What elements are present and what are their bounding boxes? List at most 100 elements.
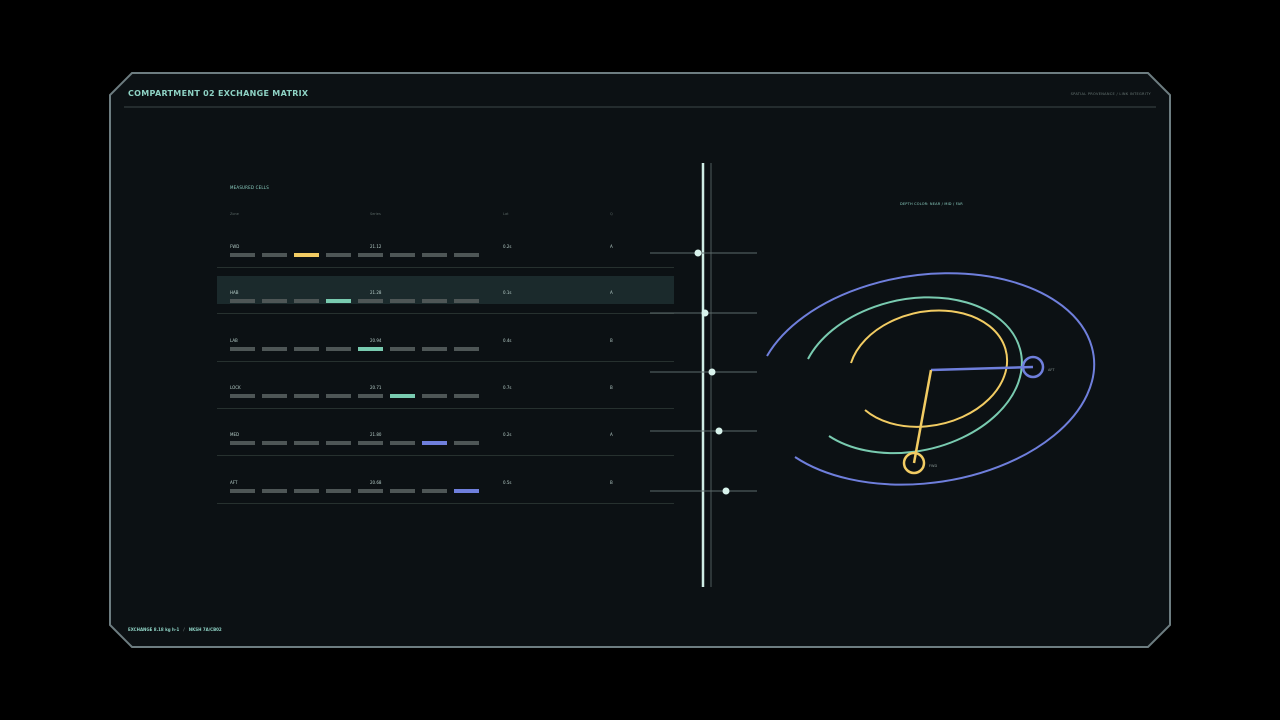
row-cell xyxy=(294,441,319,445)
row-cell xyxy=(230,253,255,257)
row-grade: A xyxy=(610,432,613,437)
row-cell xyxy=(294,489,319,493)
row-zone: FWD xyxy=(230,244,240,249)
row-cell xyxy=(262,347,287,351)
row-cells xyxy=(230,347,479,351)
row-grade: B xyxy=(610,480,613,485)
row-cell xyxy=(454,489,479,493)
row-cell xyxy=(390,299,415,303)
row-cell xyxy=(230,299,255,303)
row-value: 20.71 xyxy=(370,385,382,390)
row-cell xyxy=(454,253,479,257)
row-grade: B xyxy=(610,385,613,390)
row-zone: LOCK xyxy=(230,385,241,390)
row-cells xyxy=(230,489,479,493)
row-cell xyxy=(326,441,351,445)
page-title: COMPARTMENT 02 EXCHANGE MATRIX xyxy=(128,89,309,98)
row-cell xyxy=(454,347,479,351)
page-subtitle: SPATIAL PROVENANCE / LINK INTEGRITY xyxy=(1070,92,1151,96)
row-cell xyxy=(326,253,351,257)
table-row[interactable]: MED 21.80 0.2s A xyxy=(217,418,674,456)
row-cells xyxy=(230,441,479,445)
table-row[interactable]: HAB 21.28 0.1s A xyxy=(217,276,674,314)
column-header-lat: Lat xyxy=(503,212,509,216)
row-cell xyxy=(294,253,319,257)
row-cells xyxy=(230,253,479,257)
column-header-series: Series xyxy=(370,212,381,216)
depth-legend: DEPTH COLOR: NEAR / MID / FAR xyxy=(900,202,963,206)
row-latency: 0.7s xyxy=(503,385,512,390)
row-divider xyxy=(217,408,674,409)
footer-status: EXCHANGE 8.18 kg h-1/NKSH 7A/CB02 xyxy=(128,627,222,632)
row-cell xyxy=(294,347,319,351)
row-cell xyxy=(262,489,287,493)
table-row[interactable]: LAB 20.94 0.4s B xyxy=(217,324,674,362)
footer-exchange: EXCHANGE 8.18 kg h-1 xyxy=(128,627,180,632)
row-zone: MED xyxy=(230,432,240,437)
row-cell xyxy=(230,489,255,493)
row-cell xyxy=(422,441,447,445)
row-cell xyxy=(358,253,383,257)
row-cell xyxy=(230,394,255,398)
row-divider xyxy=(217,455,674,456)
table-row[interactable]: LOCK 20.71 0.7s B xyxy=(217,371,674,409)
row-cell xyxy=(326,394,351,398)
row-cell xyxy=(390,253,415,257)
row-cells xyxy=(230,299,479,303)
row-cell xyxy=(358,394,383,398)
row-cell xyxy=(390,489,415,493)
row-cell xyxy=(454,299,479,303)
table-row[interactable]: FWD 21.12 0.2s A xyxy=(217,230,674,268)
row-cell xyxy=(422,253,447,257)
panel-frame xyxy=(109,72,1171,648)
row-cell xyxy=(230,441,255,445)
row-grade: B xyxy=(610,338,613,343)
row-value: 21.80 xyxy=(370,432,382,437)
column-header-zone: Zone xyxy=(230,212,239,216)
row-cells xyxy=(230,394,479,398)
row-cell xyxy=(422,489,447,493)
row-divider xyxy=(217,361,674,362)
row-grade: A xyxy=(610,244,613,249)
row-cell xyxy=(358,489,383,493)
footer-node: NKSH 7A/CB02 xyxy=(188,627,222,632)
row-latency: 0.1s xyxy=(503,290,512,295)
row-cell xyxy=(262,441,287,445)
row-cell xyxy=(390,347,415,351)
row-cell xyxy=(262,253,287,257)
row-cell xyxy=(390,394,415,398)
row-latency: 0.2s xyxy=(503,244,512,249)
row-cell xyxy=(262,394,287,398)
section-label: MEASURED CELLS xyxy=(230,185,269,190)
row-latency: 0.2s xyxy=(503,432,512,437)
row-cell xyxy=(358,441,383,445)
row-cell xyxy=(422,347,447,351)
row-cell xyxy=(390,441,415,445)
row-divider xyxy=(217,267,674,268)
row-zone: HAB xyxy=(230,290,239,295)
row-cell xyxy=(262,299,287,303)
row-cell xyxy=(326,299,351,303)
row-divider xyxy=(217,503,674,504)
row-divider xyxy=(217,313,674,314)
row-value: 21.12 xyxy=(370,244,382,249)
row-cell xyxy=(358,347,383,351)
row-cell xyxy=(454,394,479,398)
row-cell xyxy=(358,299,383,303)
row-latency: 0.4s xyxy=(503,338,512,343)
row-zone: AFT xyxy=(230,480,238,485)
row-cell xyxy=(294,394,319,398)
row-cell xyxy=(454,441,479,445)
row-zone: LAB xyxy=(230,338,238,343)
row-latency: 0.5s xyxy=(503,480,512,485)
row-cell xyxy=(422,299,447,303)
row-value: 21.28 xyxy=(370,290,382,295)
row-value: 20.94 xyxy=(370,338,382,343)
row-cell xyxy=(422,394,447,398)
row-value: 20.68 xyxy=(370,480,382,485)
column-header-q: Q xyxy=(610,212,613,216)
row-cell xyxy=(294,299,319,303)
row-cell xyxy=(326,347,351,351)
row-grade: A xyxy=(610,290,613,295)
table-row[interactable]: AFT 20.68 0.5s B xyxy=(217,466,674,504)
